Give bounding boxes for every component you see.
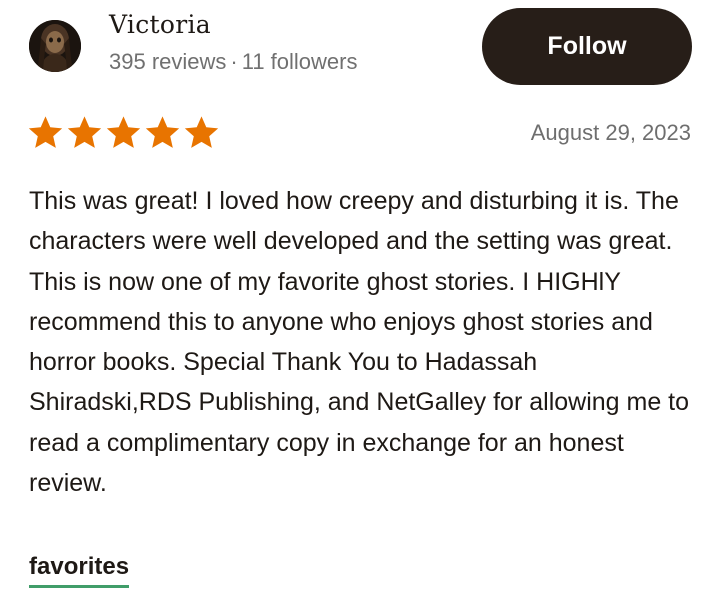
followers-count: 11 followers — [241, 49, 358, 74]
follow-button[interactable]: Follow — [482, 8, 692, 85]
star-icon — [106, 116, 141, 148]
star-icon — [28, 116, 63, 148]
shelf-tag-link[interactable]: favorites — [29, 553, 130, 588]
star-icon — [145, 116, 180, 148]
reviews-count: 395 reviews — [109, 49, 227, 74]
reviewer-name[interactable]: Victoria — [109, 10, 211, 39]
review-text: This was great! I loved how creepy and d… — [29, 187, 690, 498]
star-icon — [67, 116, 102, 148]
reviewer-stats: 395 reviews · 11 followers — [109, 49, 357, 75]
rating-stars — [27, 114, 220, 151]
meta-separator: · — [230, 49, 238, 74]
review-date[interactable]: August 29, 2023 — [531, 120, 691, 146]
avatar-image — [29, 20, 81, 72]
avatar[interactable] — [29, 20, 81, 72]
star-icon — [184, 116, 219, 148]
